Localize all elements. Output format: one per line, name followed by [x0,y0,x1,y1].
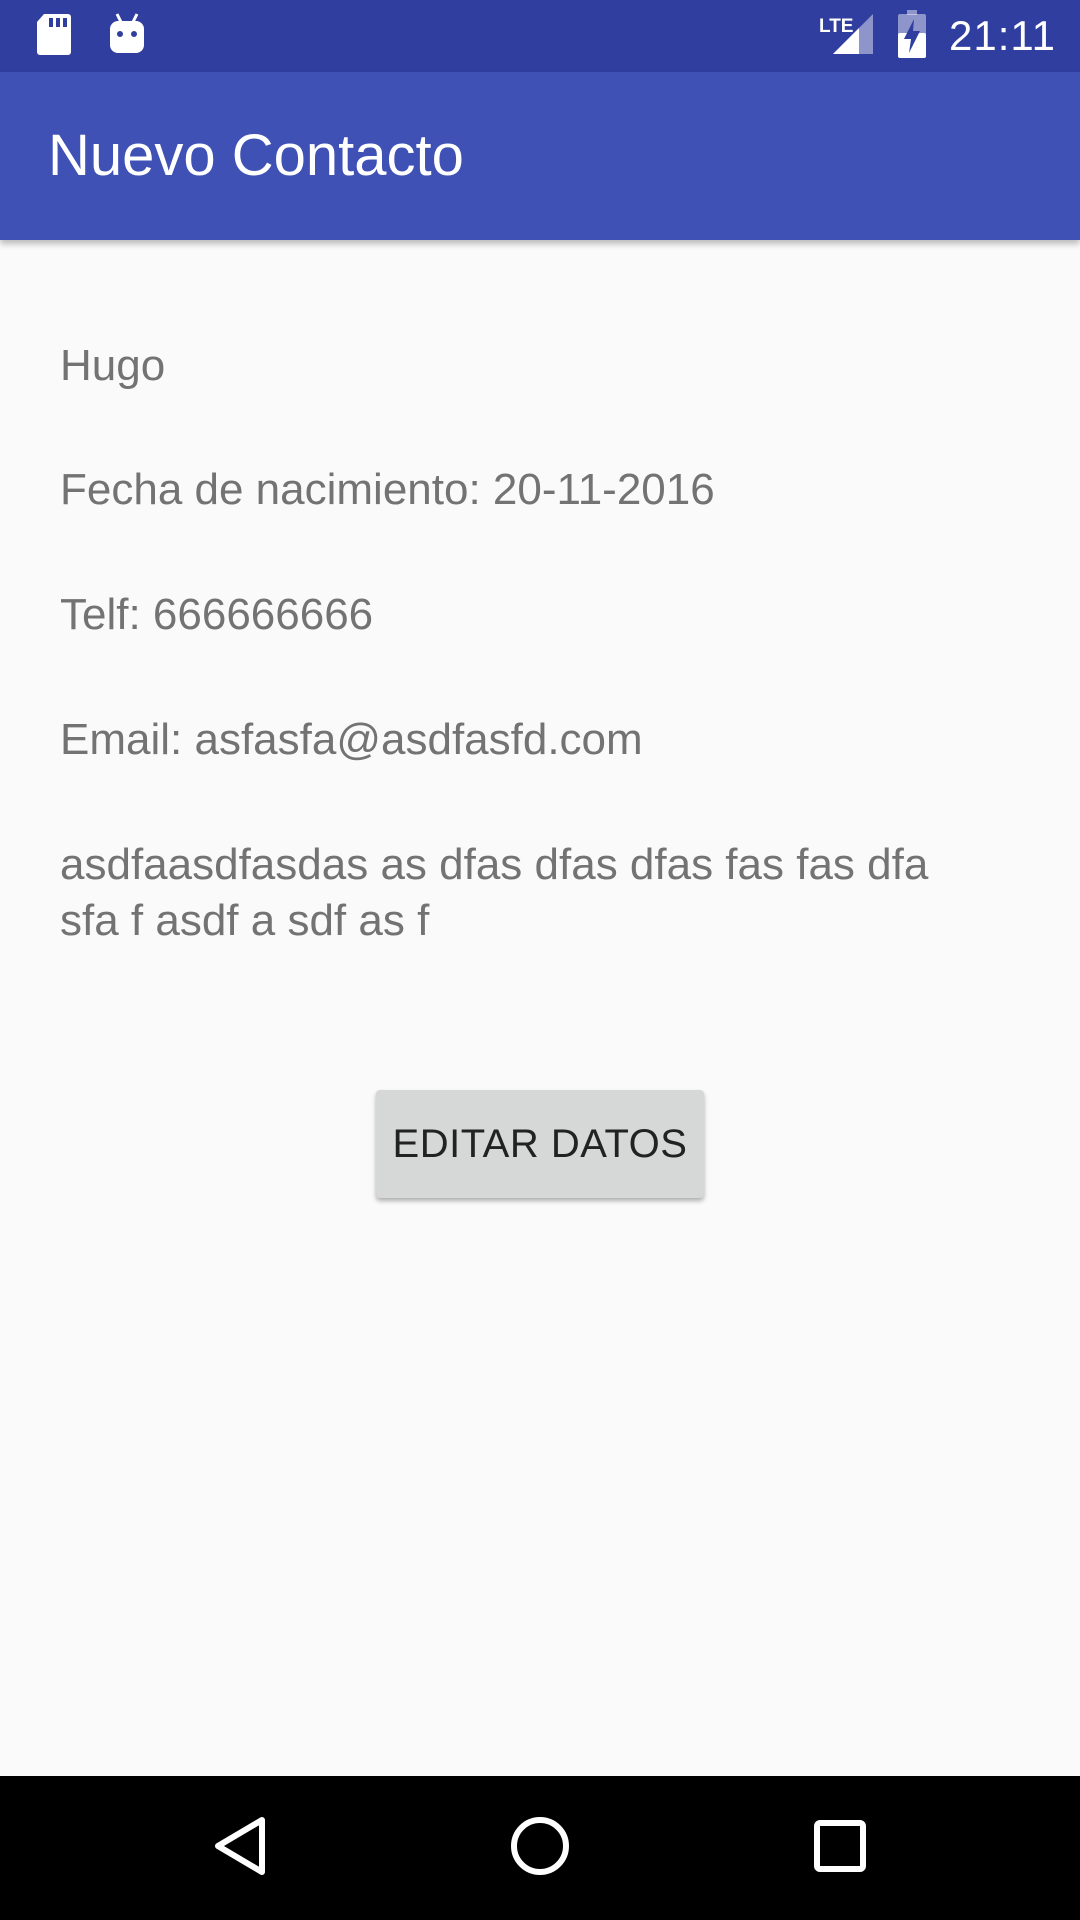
contact-birth-date: Fecha de nacimiento: 20-11-2016 [60,465,715,514]
battery-charging-icon [897,9,927,64]
screen: LTE 21:11 Nuevo Contacto Hugo Fecha de n… [0,0,1080,1920]
contact-email: Email: asfasfa@asdfasfd.com [60,715,643,764]
status-system-icons: LTE 21:11 [819,0,1056,72]
lte-signal-icon: LTE [819,10,875,63]
status-notifications [36,12,146,60]
back-icon [210,1814,270,1883]
page-title: Nuevo Contacto [48,123,464,188]
back-button[interactable] [192,1800,288,1896]
contact-phone: Telf: 666666666 [60,590,374,639]
contact-description: asdfaasdfasdas as dfas dfas dfas fas fas… [60,840,929,945]
home-icon [508,1814,572,1883]
status-clock: 21:11 [949,12,1056,59]
contact-details: Hugo Fecha de nacimiento: 20-11-2016 Tel… [0,240,1080,1776]
navigation-bar [0,1776,1080,1920]
sd-card-icon [36,12,72,61]
lte-label: LTE [819,16,853,37]
contact-name: Hugo [60,341,166,390]
recents-icon [812,1818,868,1879]
status-bar: LTE 21:11 [0,0,1080,72]
recents-button[interactable] [792,1800,888,1896]
app-bar: Nuevo Contacto [0,72,1080,240]
home-button[interactable] [492,1800,588,1896]
android-icon [108,12,146,61]
edit-data-button[interactable]: EDITAR DATOS [376,1090,704,1198]
